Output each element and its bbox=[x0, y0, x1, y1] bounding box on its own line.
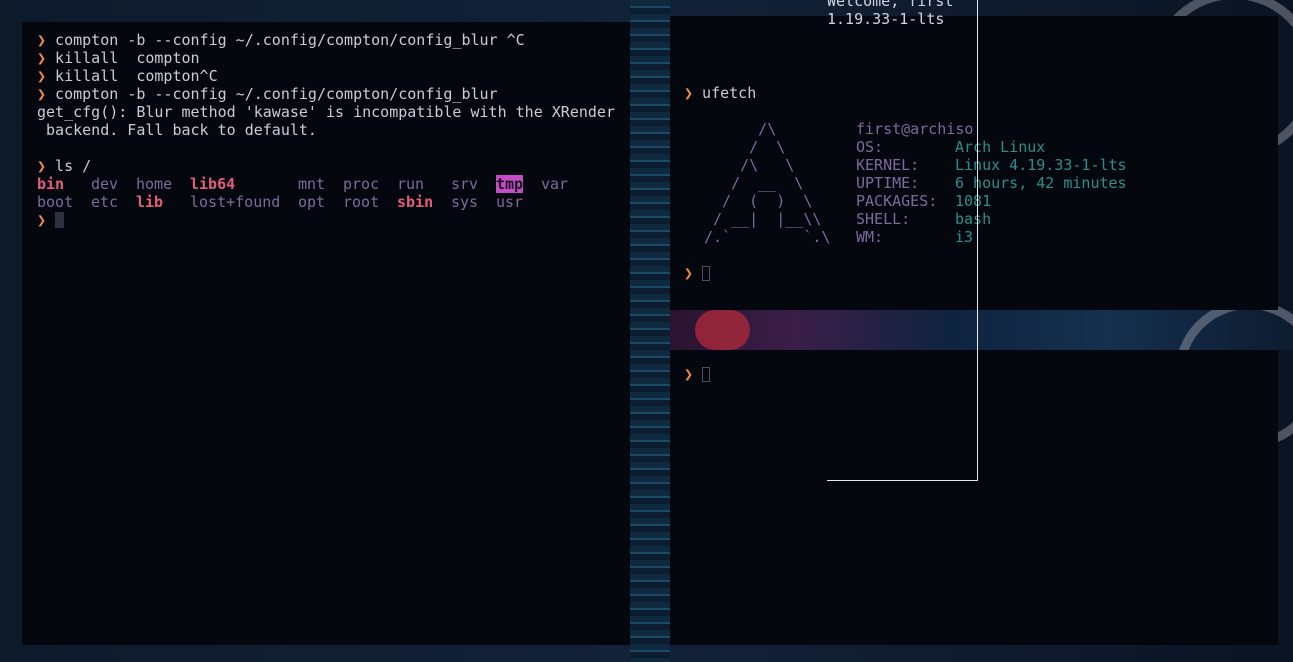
prompt-chevron-icon: ❯ bbox=[37, 67, 47, 85]
ls-entry: usr bbox=[496, 193, 524, 211]
active-prompt-line[interactable]: ❯ bbox=[37, 211, 630, 229]
wallpaper-neon-sign bbox=[695, 310, 750, 350]
ls-entry: bin bbox=[37, 175, 65, 193]
system-info-row: SHELL: bash bbox=[856, 210, 1127, 228]
ls-entry: dev bbox=[91, 175, 119, 193]
ls-entry: tmp bbox=[496, 175, 541, 193]
overlay-line2: 1.19.33-1-lts bbox=[827, 10, 945, 28]
terminal-window-top-right[interactable]: ❯ ufetch /\ / \ /\ \ / __ \ / ( ) \ / __… bbox=[670, 16, 1278, 310]
prompt-chevron-icon: ❯ bbox=[37, 85, 47, 103]
info-value: Linux 4.19.33-1-lts bbox=[955, 156, 1127, 174]
ls-entry: srv bbox=[451, 175, 479, 193]
ls-entry: var bbox=[541, 175, 569, 193]
info-value: bash bbox=[955, 210, 992, 228]
overlay-line1: Welcome, first bbox=[827, 0, 954, 10]
ls-entry: run bbox=[397, 175, 425, 193]
history-line: ❯ killall compton bbox=[37, 49, 630, 67]
prompt-chevron-icon: ❯ bbox=[684, 365, 694, 383]
info-value: 6 hours, 42 minutes bbox=[955, 174, 1127, 192]
info-key: OS: bbox=[856, 138, 884, 156]
history-line: ❯ compton -b --config ~/.config/compton/… bbox=[37, 31, 630, 49]
ls-entry: proc bbox=[343, 175, 380, 193]
terminal-window-bottom-right[interactable]: ❯ bbox=[670, 350, 1278, 645]
info-key: KERNEL: bbox=[856, 156, 920, 174]
system-info-row: OS: Arch Linux bbox=[856, 138, 1127, 156]
ls-output: bin dev home lib64 mnt proc run srv tmp var boot et… bbox=[37, 175, 630, 211]
user-host: first@archiso bbox=[856, 120, 974, 138]
info-key: UPTIME: bbox=[856, 174, 920, 192]
prompt-chevron-icon: ❯ bbox=[37, 31, 47, 49]
command-text: compton -b --config ~/.config/compton/co… bbox=[46, 85, 498, 103]
ls-entry: home bbox=[136, 175, 173, 193]
ls-entry: lost+found bbox=[190, 193, 281, 211]
command-text: ufetch bbox=[693, 84, 757, 102]
info-key: WM: bbox=[856, 228, 884, 246]
info-key: SHELL: bbox=[856, 210, 911, 228]
info-value: i3 bbox=[955, 228, 974, 246]
system-info-row: WM: i3 bbox=[856, 228, 1127, 246]
error-message-line2: backend. Fall back to default. bbox=[37, 121, 317, 139]
history-line: ❯ compton -b --config ~/.config/compton/… bbox=[37, 85, 630, 103]
arch-ascii-logo: /\ / \ /\ \ / __ \ / ( ) \ / __| |__\\ /… bbox=[704, 120, 831, 246]
command-text: ls / bbox=[46, 157, 92, 175]
history-line: ❯ killall compton^C bbox=[37, 67, 630, 85]
ls-entry: root bbox=[343, 193, 380, 211]
active-prompt-line[interactable]: ❯ bbox=[684, 365, 1278, 383]
prompt-chevron-icon: ❯ bbox=[684, 84, 694, 102]
text-cursor bbox=[702, 266, 711, 281]
info-key: PACKAGES: bbox=[856, 192, 938, 210]
wallpaper-city-strip bbox=[630, 0, 670, 662]
ls-entry bbox=[541, 193, 586, 211]
terminal-window-left[interactable]: ❯ compton -b --config ~/.config/compton/… bbox=[22, 22, 630, 645]
ls-entry: etc bbox=[91, 193, 119, 211]
ls-entry: boot bbox=[37, 193, 74, 211]
ls-entry: opt bbox=[298, 193, 326, 211]
active-prompt-line[interactable]: ❯ bbox=[684, 264, 1278, 282]
prompt-chevron-icon: ❯ bbox=[37, 157, 47, 175]
text-cursor bbox=[55, 212, 65, 228]
ufetch-command-line: ❯ ufetch bbox=[684, 84, 1278, 102]
command-text: compton -b --config ~/.config/compton/co… bbox=[46, 31, 525, 49]
system-info: first@archiso OS: Arch Linux KERNEL: Linux … bbox=[856, 120, 1127, 246]
prompt-chevron-icon: ❯ bbox=[37, 49, 47, 67]
ls-entry: lib64 bbox=[190, 175, 236, 193]
ls-command-line: ❯ ls / bbox=[37, 157, 630, 175]
ls-entry-highlighted: tmp bbox=[496, 175, 524, 193]
system-info-row: UPTIME: 6 hours, 42 minutes bbox=[856, 174, 1127, 192]
command-text: killall compton bbox=[46, 49, 200, 67]
ls-entry: sys bbox=[451, 193, 479, 211]
overlay-window-text: Welcome, first 1.19.33-1-lts bbox=[827, 0, 953, 28]
command-text: killall compton^C bbox=[46, 67, 218, 85]
system-info-row: KERNEL: Linux 4.19.33-1-lts bbox=[856, 156, 1127, 174]
ls-entry: mnt bbox=[298, 175, 326, 193]
ls-entry: sbin bbox=[397, 193, 434, 211]
prompt-chevron-icon: ❯ bbox=[684, 264, 694, 282]
info-value: 1081 bbox=[955, 192, 992, 210]
error-message-line1: get_cfg(): Blur method 'kawase' is incom… bbox=[37, 103, 615, 121]
prompt-chevron-icon: ❯ bbox=[37, 211, 47, 229]
info-value: Arch Linux bbox=[955, 138, 1046, 156]
text-cursor bbox=[702, 367, 711, 382]
ls-entry: lib bbox=[136, 193, 164, 211]
system-info-row: PACKAGES: 1081 bbox=[856, 192, 1127, 210]
